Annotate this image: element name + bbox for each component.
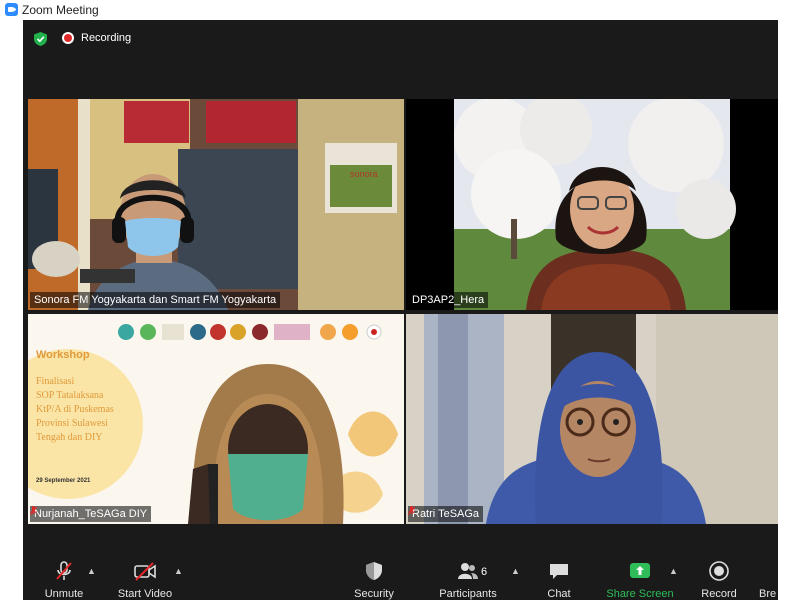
share-screen-label: Share Screen [606, 588, 674, 600]
video-tile-sonora[interactable]: sonora Sonora FM Yogyakarta dan Smart FM… [28, 99, 404, 310]
share-screen-button[interactable]: Share Screen [606, 552, 674, 600]
breakout-rooms-button[interactable]: Bre [759, 552, 789, 600]
muted-microphone-icon [56, 561, 72, 580]
participant-name: Nurjanah_TeSAGa DIY [34, 508, 148, 520]
slide-line-5: Tengah dan DIY [36, 432, 103, 443]
participant-nameplate: Ratri TeSAGa [408, 506, 484, 522]
audio-options-caret-icon[interactable]: ▲ [87, 566, 96, 576]
share-screen-icon [630, 563, 650, 578]
video-feed-workshop-background: Workshop Finalisasi SOP Tatalaksana KtP/… [28, 314, 404, 524]
participant-nameplate: Sonora FM Yogyakarta dan Smart FM Yogyak… [30, 292, 281, 308]
security-button[interactable]: Security [349, 552, 399, 600]
breakout-rooms-label: Bre [759, 588, 777, 600]
video-off-icon [134, 562, 156, 581]
video-tile-nurjanah[interactable]: Workshop Finalisasi SOP Tatalaksana KtP/… [28, 314, 404, 524]
muted-mic-icon [30, 506, 37, 516]
zoom-app-icon [5, 3, 18, 16]
share-options-caret-icon[interactable]: ▲ [669, 566, 678, 576]
video-tile-ratri[interactable]: Ratri TeSAGa [406, 314, 778, 524]
record-button[interactable]: Record [697, 552, 741, 600]
participants-label: Participants [439, 588, 497, 600]
participants-options-caret-icon[interactable]: ▲ [511, 566, 520, 576]
slide-line-2: SOP Tatalaksana [36, 390, 104, 401]
start-video-label: Start Video [117, 588, 173, 600]
video-options-caret-icon[interactable]: ▲ [174, 566, 183, 576]
meeting-top-bar: Recording [23, 20, 778, 56]
chat-label: Chat [547, 588, 571, 600]
participants-button[interactable]: Participants [433, 552, 503, 600]
meeting-window: Recording sonora Sonora FM Yogyakarta da… [23, 20, 778, 600]
record-label: Record [701, 588, 737, 600]
participant-name: Ratri TeSAGa [412, 508, 480, 520]
security-shield-icon [366, 562, 382, 580]
participants-icon [458, 563, 478, 579]
security-label: Security [354, 588, 394, 600]
participant-nameplate: Nurjanah_TeSAGa DIY [30, 506, 152, 522]
slide-heading: Workshop [36, 349, 90, 361]
chat-bubble-icon [550, 564, 568, 579]
start-video-button[interactable]: Start Video [115, 552, 175, 600]
window-title: Zoom Meeting [22, 3, 99, 17]
participant-name: DP3AP2_Hera [412, 294, 485, 306]
recording-label[interactable]: Recording [81, 32, 131, 44]
record-icon [709, 561, 729, 581]
slide-date: 29 September 2021 [36, 478, 91, 484]
unmute-button[interactable]: Unmute [39, 552, 89, 600]
encryption-shield-icon[interactable] [34, 32, 47, 46]
slide-line-1: Finalisasi [36, 376, 75, 387]
recording-icon [62, 32, 74, 44]
title-bar: Zoom Meeting [0, 0, 800, 20]
participant-nameplate: DP3AP2_Hera [408, 292, 489, 308]
video-feed-studio: sonora [28, 99, 404, 310]
participants-count: 6 [481, 566, 488, 578]
video-tile-hera[interactable]: DP3AP2_Hera [406, 99, 778, 310]
breakout-rooms-icon [759, 560, 760, 582]
meeting-toolbar: Unmute ▲ Start Video ▲ Security Particip… [23, 552, 778, 600]
unmute-label: Unmute [44, 588, 84, 600]
slide-line-4: Provinsi Sulawesi [36, 418, 108, 429]
slide-line-3: KtP/A di Puskemas [36, 404, 114, 415]
participant-name: Sonora FM Yogyakarta dan Smart FM Yogyak… [34, 294, 277, 306]
studio-sign-text: sonora [350, 169, 378, 179]
muted-mic-icon [408, 506, 415, 516]
video-feed-hijab [406, 314, 778, 524]
chat-button[interactable]: Chat [537, 552, 581, 600]
video-feed-blossoms [406, 99, 778, 310]
